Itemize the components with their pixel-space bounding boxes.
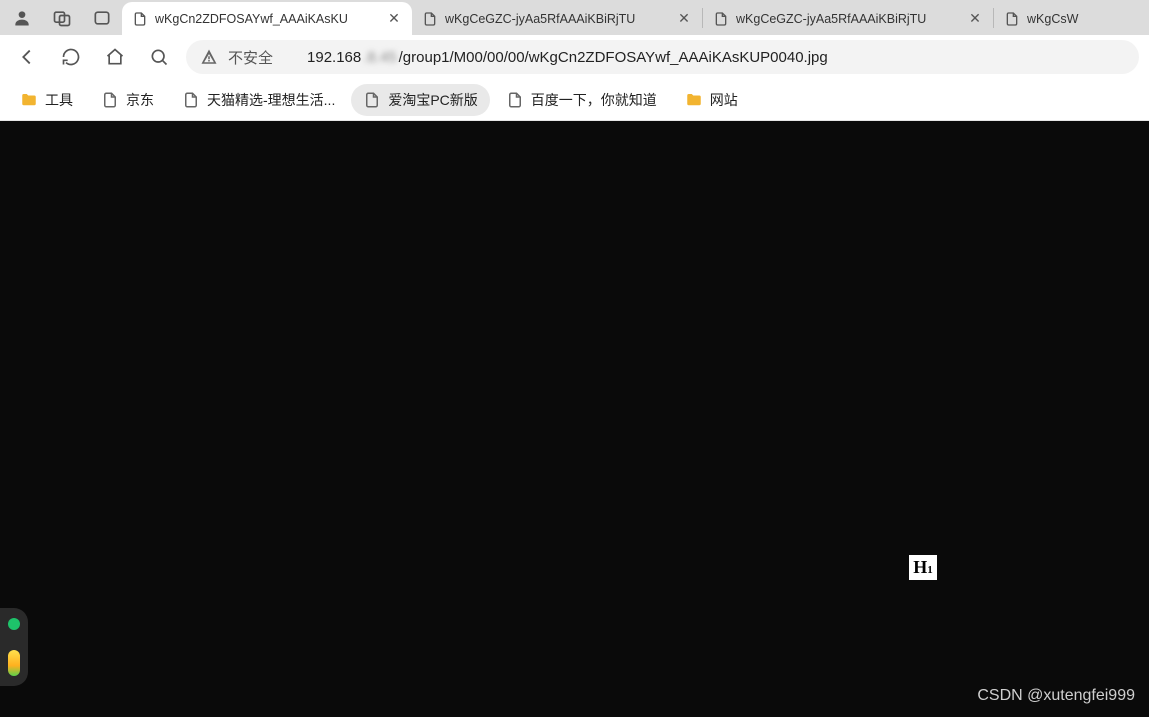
- file-icon: [506, 91, 524, 109]
- home-button[interactable]: [98, 40, 132, 74]
- url-path: /group1/M00/00/00/wKgCn2ZDFOSAYwf_AAAiKA…: [399, 49, 828, 66]
- folder-icon: [685, 91, 703, 109]
- search-button[interactable]: [142, 40, 176, 74]
- tab-title: wKgCn2ZDFOSAYwf_AAAiKAsKU: [155, 12, 379, 26]
- close-icon[interactable]: ✕: [676, 11, 692, 27]
- badge-sub: 1: [927, 564, 933, 576]
- reload-button[interactable]: [54, 40, 88, 74]
- folder-icon: [20, 91, 38, 109]
- tab[interactable]: wKgCeGZC-jyAa5RfAAAiKBiRjTU ✕: [412, 2, 702, 35]
- file-icon: [363, 91, 381, 109]
- bookmark-label: 京东: [126, 90, 154, 110]
- security-label: 不安全: [228, 47, 273, 68]
- tab[interactable]: wKgCsW: [994, 2, 1104, 35]
- tabs-overview-icon[interactable]: [92, 8, 112, 28]
- bookmark-folder[interactable]: 工具: [8, 84, 85, 116]
- watermark: CSDN @xutengfei999: [977, 687, 1135, 705]
- url-host: 192.168: [307, 49, 361, 66]
- file-icon: [101, 91, 119, 109]
- tab[interactable]: wKgCeGZC-jyAa5RfAAAiKBiRjTU ✕: [703, 2, 993, 35]
- bookmark-label: 工具: [45, 90, 73, 110]
- bookmark-label: 爱淘宝PC新版: [388, 90, 477, 110]
- bookmarks-bar: 工具 京东 天猫精选-理想生活... 爱淘宝PC新版 百度一下，你就知道 网站: [0, 79, 1149, 121]
- page-content: [0, 121, 1149, 717]
- tab-active[interactable]: wKgCn2ZDFOSAYwf_AAAiKAsKU ✕: [122, 2, 412, 35]
- insecure-icon: [200, 48, 218, 66]
- bookmark-label: 天猫精选-理想生活...: [207, 90, 335, 110]
- status-dot-icon: [8, 618, 20, 630]
- address-bar[interactable]: 不安全 192.168.8.45/group1/M00/00/00/wKgCn2…: [186, 40, 1139, 74]
- bookmark-item[interactable]: 爱淘宝PC新版: [351, 84, 489, 116]
- side-widget[interactable]: [0, 608, 28, 686]
- bookmark-label: 百度一下，你就知道: [531, 90, 657, 110]
- back-button[interactable]: [10, 40, 44, 74]
- badge-main: H: [913, 557, 927, 578]
- tab-title: wKgCsW: [1027, 12, 1094, 26]
- file-icon: [132, 11, 148, 27]
- close-icon[interactable]: ✕: [967, 11, 983, 27]
- workspaces-icon[interactable]: [52, 8, 72, 28]
- file-icon: [182, 91, 200, 109]
- bookmark-item[interactable]: 京东: [89, 84, 166, 116]
- bookmark-folder[interactable]: 网站: [673, 84, 750, 116]
- bookmark-item[interactable]: 天猫精选-理想生活...: [170, 84, 347, 116]
- url: 192.168.8.45/group1/M00/00/00/wKgCn2ZDFO…: [307, 49, 828, 66]
- file-icon: [713, 11, 729, 27]
- tabs-container: wKgCn2ZDFOSAYwf_AAAiKAsKU ✕ wKgCeGZC-jyA…: [122, 0, 1149, 35]
- url-blurred: .8.45: [361, 49, 398, 66]
- file-icon: [422, 11, 438, 27]
- tab-strip: wKgCn2ZDFOSAYwf_AAAiKAsKU ✕ wKgCeGZC-jyA…: [0, 0, 1149, 35]
- tab-title: wKgCeGZC-jyAa5RfAAAiKBiRjTU: [736, 12, 960, 26]
- bookmark-item[interactable]: 百度一下，你就知道: [494, 84, 669, 116]
- bookmark-label: 网站: [710, 90, 738, 110]
- toolbar: 不安全 192.168.8.45/group1/M00/00/00/wKgCn2…: [0, 35, 1149, 79]
- close-icon[interactable]: ✕: [386, 11, 402, 27]
- profile-icon[interactable]: [12, 8, 32, 28]
- heading-badge: H1: [909, 555, 937, 580]
- file-icon: [1004, 11, 1020, 27]
- gradient-pill-icon: [8, 650, 20, 676]
- window-controls: [6, 0, 122, 35]
- tab-title: wKgCeGZC-jyAa5RfAAAiKBiRjTU: [445, 12, 669, 26]
